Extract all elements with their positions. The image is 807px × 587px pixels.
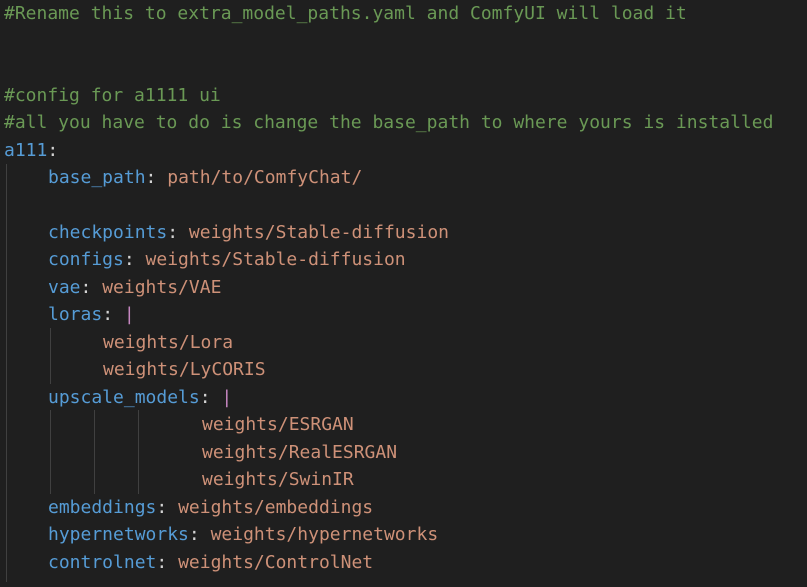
vae-line: vae: weights/VAE bbox=[48, 277, 222, 298]
base-path-line: base_path: path/to/ComfyChat/ bbox=[48, 167, 363, 188]
upscale-models-pipe: | bbox=[221, 387, 233, 408]
base-path-key: base_path bbox=[48, 167, 146, 188]
configs-line: configs: weights/Stable-diffusion bbox=[48, 249, 406, 270]
embeddings-value: weights/embeddings bbox=[178, 497, 374, 518]
indent-guide-upscale-3 bbox=[138, 410, 139, 494]
comment-instructions: #all you have to do is change the base_p… bbox=[4, 112, 774, 133]
comment-config: #config for a1111 ui bbox=[4, 85, 221, 106]
upscale-models-item: weights/RealESRGAN bbox=[202, 442, 398, 463]
loras-item: weights/LyCORIS bbox=[103, 359, 266, 380]
base-path-value: path/to/ComfyChat/ bbox=[167, 167, 363, 188]
embeddings-key: embeddings bbox=[48, 497, 157, 518]
upscale-models-line: upscale_models: | bbox=[48, 387, 233, 408]
controlnet-key: controlnet bbox=[48, 552, 157, 573]
vae-value: weights/VAE bbox=[102, 277, 222, 298]
controlnet-line: controlnet: weights/ControlNet bbox=[48, 552, 374, 573]
configs-value: weights/Stable-diffusion bbox=[145, 249, 406, 270]
checkpoints-line: checkpoints: weights/Stable-diffusion bbox=[48, 222, 449, 243]
hypernetworks-line: hypernetworks: weights/hypernetworks bbox=[48, 524, 439, 545]
root-key-line: a111: bbox=[4, 140, 59, 161]
code-editor[interactable]: #Rename this to extra_model_paths.yaml a… bbox=[0, 0, 807, 587]
hypernetworks-key: hypernetworks bbox=[48, 524, 189, 545]
loras-key: loras bbox=[48, 304, 103, 325]
root-key: a111 bbox=[4, 140, 48, 161]
controlnet-value: weights/ControlNet bbox=[178, 552, 374, 573]
loras-line: loras: | bbox=[48, 304, 135, 325]
indent-guide-upscale-2 bbox=[94, 410, 95, 494]
embeddings-line: embeddings: weights/embeddings bbox=[48, 497, 374, 518]
comment-rename: #Rename this to extra_model_paths.yaml a… bbox=[4, 3, 687, 24]
hypernetworks-value: weights/hypernetworks bbox=[210, 524, 439, 545]
upscale-models-item: weights/ESRGAN bbox=[202, 414, 354, 435]
loras-item: weights/Lora bbox=[103, 332, 234, 353]
checkpoints-key: checkpoints bbox=[48, 222, 168, 243]
checkpoints-value: weights/Stable-diffusion bbox=[188, 222, 449, 243]
indent-guide-level1 bbox=[6, 164, 7, 582]
loras-pipe: | bbox=[123, 304, 135, 325]
indent-guide-upscale-1 bbox=[50, 410, 51, 494]
indent-guide-loras bbox=[50, 328, 51, 384]
upscale-models-item: weights/SwinIR bbox=[202, 469, 354, 490]
configs-key: configs bbox=[48, 249, 124, 270]
vae-key: vae bbox=[48, 277, 81, 298]
upscale-models-key: upscale_models bbox=[48, 387, 200, 408]
